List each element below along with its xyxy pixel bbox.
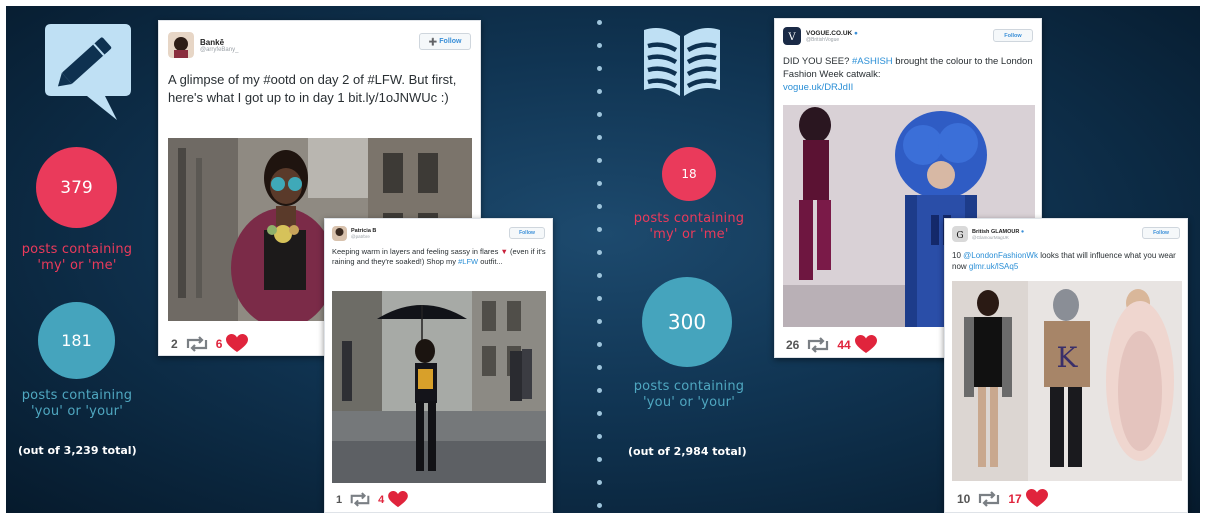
url-link[interactable]: vogue.uk/DRJdII	[783, 82, 853, 93]
tweet-photo: K	[952, 281, 1182, 481]
stat-you-label: posts containing 'you' or 'your'	[633, 379, 745, 410]
tweet-actions: 2 6	[171, 334, 249, 353]
heart-icon[interactable]	[1025, 489, 1048, 508]
retweet-count: 10	[957, 491, 971, 506]
open-book-icon	[644, 28, 720, 96]
avatar: G	[952, 226, 968, 242]
tweet-author-handle: @GlamourMagUK	[972, 234, 1009, 240]
stat-you-label: posts containing 'you' or 'your'	[21, 388, 133, 419]
tweet-text: Keeping warm in layers and feeling sassy…	[332, 247, 546, 267]
retweet-icon[interactable]	[348, 492, 372, 507]
retweet-count: 1	[336, 493, 343, 506]
avatar	[168, 32, 194, 58]
dotted-divider	[597, 20, 603, 513]
infographic-background: 379 posts containing 'my' or 'me' 181 po…	[6, 6, 1200, 513]
stat-you-circle: 181	[38, 302, 115, 379]
avatar	[332, 226, 347, 241]
tweet-text: 10 @LondonFashionWk looks that will infl…	[952, 251, 1176, 271]
verified-icon: ●	[1020, 228, 1025, 235]
tweet-author-name: British GLAMOUR ●	[972, 228, 1025, 235]
avatar: V	[783, 27, 801, 45]
retweet-count: 26	[786, 337, 800, 352]
stat-me-label: posts containing 'my' or 'me'	[21, 242, 133, 273]
tweet-actions: 1 4	[336, 491, 409, 508]
like-count: 4	[378, 493, 385, 506]
tweet-author-handle: @arryfeBany_	[200, 46, 239, 53]
tweet-photo	[332, 291, 546, 483]
stat-you-value: 300	[667, 310, 707, 334]
follow-button[interactable]: Follow	[993, 29, 1033, 42]
follow-button[interactable]: Follow	[1142, 227, 1180, 239]
tweet-card: G British GLAMOUR ● @GlamourMagUK Follow…	[944, 218, 1188, 513]
retweet-count: 2	[171, 336, 178, 351]
like-count: 6	[215, 336, 223, 351]
total-posts-label: (out of 2,984 total)	[628, 445, 747, 458]
retweet-icon[interactable]	[805, 336, 831, 353]
like-count: 44	[837, 337, 851, 352]
tweet-author-name: Bankē	[200, 37, 225, 47]
hashtag-link[interactable]: #ASHISH	[852, 56, 893, 67]
hashtag-link[interactable]: #LFW	[458, 257, 478, 266]
tweet-author-name: VOGUE.CO.UK ●	[806, 29, 858, 37]
tweet-author-handle: @BritishVogue	[806, 36, 840, 43]
mention-link[interactable]: @LondonFashionWk	[963, 251, 1038, 260]
tweet-author-handle: @patrbre	[351, 234, 370, 239]
boot-emoji-icon: ▼	[500, 247, 508, 256]
stat-me-value: 379	[60, 177, 93, 198]
stat-me-circle: 379	[36, 147, 117, 228]
svg-text:G: G	[956, 231, 963, 241]
total-posts-label: (out of 3,239 total)	[18, 444, 137, 457]
tweet-text: A glimpse of my #ootd on day 2 of #LFW. …	[168, 72, 457, 105]
tweet-actions: 10 17	[957, 489, 1048, 508]
tweet-card: Patricia B @patrbre Follow Keeping warm …	[324, 218, 553, 513]
stat-you-value: 181	[61, 331, 92, 350]
stat-you-circle: 300	[642, 277, 732, 367]
retweet-icon[interactable]	[184, 335, 210, 352]
svg-text:V: V	[787, 32, 796, 43]
heart-icon[interactable]	[388, 491, 409, 508]
stat-me-circle: 18	[662, 147, 716, 201]
tweet-actions: 26 44	[786, 335, 877, 354]
like-count: 17	[1008, 491, 1022, 506]
tweet-text: DID YOU SEE? #ASHISH brought the colour …	[783, 56, 1033, 93]
retweet-icon[interactable]	[976, 490, 1002, 507]
verified-icon: ●	[854, 29, 858, 37]
follow-button[interactable]: Follow	[509, 227, 545, 239]
url-link[interactable]: glmr.uk/lSAq5	[969, 262, 1018, 271]
heart-icon[interactable]	[226, 334, 249, 353]
follow-icon: ➕	[428, 38, 438, 46]
stat-me-label: posts containing 'my' or 'me'	[633, 211, 745, 242]
follow-button[interactable]: ➕ Follow	[419, 33, 471, 50]
stat-me-value: 18	[681, 167, 697, 181]
pencil-speech-bubble-icon	[45, 24, 131, 120]
heart-icon[interactable]	[854, 335, 877, 354]
svg-text:K: K	[1057, 341, 1079, 374]
